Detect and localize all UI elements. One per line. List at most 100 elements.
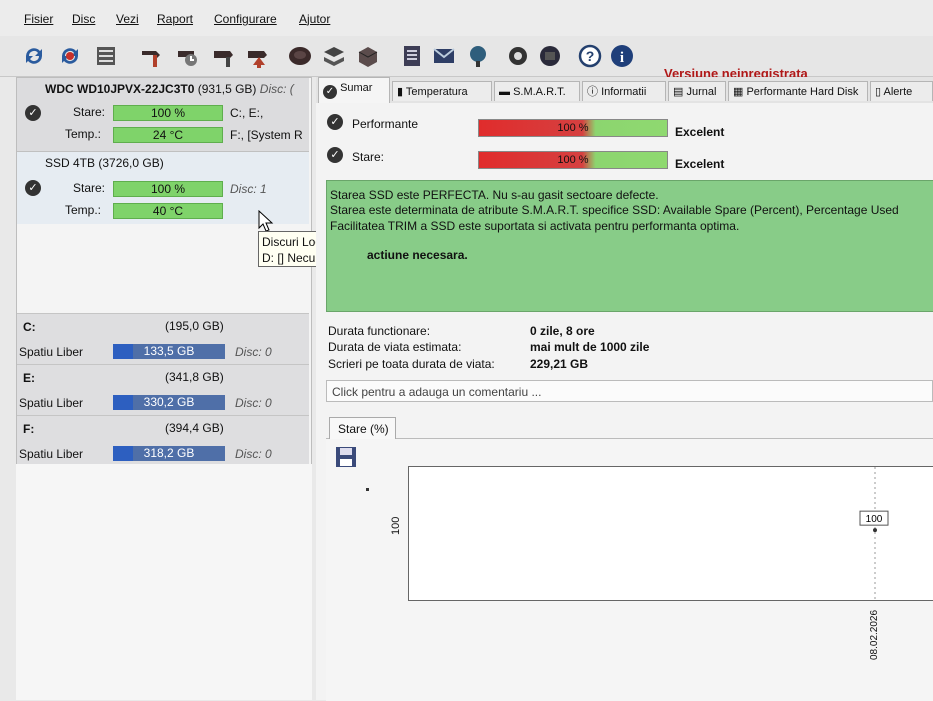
- status-message-box: Starea SSD este PERFECTA. Nu s-au gasit …: [326, 180, 933, 312]
- health-label: Stare:: [352, 150, 385, 164]
- partition-f[interactable]: F: (394,4 GB) Spatiu Liber 318,2 GB Disc…: [17, 415, 309, 466]
- mouse-cursor-icon: [258, 210, 274, 232]
- partition-size: (195,0 GB): [165, 319, 224, 333]
- disk-title: WDC WD10JPVX-22JC3T0 (931,5 GB) Disc: (: [45, 82, 294, 96]
- tab-bar: ✓ Sumar ▮ Temperatura ▬ S.M.A.R.T. ⓘ Inf…: [316, 77, 933, 103]
- chart-tab-stare[interactable]: Stare (%): [329, 417, 396, 439]
- message-line: Starea SSD este PERFECTA. Nu s-au gasit …: [330, 188, 659, 202]
- toolbar: ? i Versiune neinregistrata: [0, 36, 933, 81]
- chip-icon[interactable]: [536, 42, 564, 70]
- free-space-bar: 330,2 GB: [113, 395, 225, 410]
- journal-icon: ▤: [673, 86, 684, 98]
- disk-title: SSD 4TB (3726,0 GB): [45, 156, 164, 170]
- tab-alerte[interactable]: ▯ Alerte: [870, 81, 933, 101]
- performance-rating: Excelent: [675, 125, 725, 139]
- temp-label: Temp.:: [65, 203, 102, 217]
- stare-bar: 100 %: [113, 105, 223, 121]
- free-space-label: Spatiu Liber: [19, 447, 84, 461]
- svg-text:?: ?: [586, 48, 595, 64]
- cube-icon[interactable]: [354, 42, 382, 70]
- chart-icon: ▦: [733, 86, 744, 98]
- document-icon[interactable]: [398, 42, 426, 70]
- menu-configurare[interactable]: Configurare: [214, 12, 277, 26]
- free-space-bar: 133,5 GB: [113, 344, 225, 359]
- drive-letters-2: F:, [System R: [230, 128, 303, 142]
- partition-size: (394,4 GB): [165, 421, 224, 435]
- refresh-all-icon[interactable]: [56, 42, 84, 70]
- left-empty-area: [16, 464, 312, 700]
- menu-disc[interactable]: Disc: [72, 12, 95, 26]
- writes-value: 229,21 GB: [530, 357, 589, 371]
- disc-number: Disc: 1: [230, 182, 267, 196]
- network-icon[interactable]: [464, 42, 492, 70]
- disk-card-wdc[interactable]: WDC WD10JPVX-22JC3T0 (931,5 GB) Disc: ( …: [17, 78, 309, 152]
- message-line: Facilitatea TRIM a SSD este suportata si…: [330, 219, 740, 233]
- gear-icon[interactable]: [504, 42, 532, 70]
- tab-informatii[interactable]: ⓘ Informatii: [582, 81, 666, 101]
- y-axis-label: 100: [390, 516, 402, 535]
- help-icon[interactable]: ?: [576, 42, 604, 70]
- temp-bar: 40 °C: [113, 203, 223, 219]
- info-icon[interactable]: i: [608, 42, 636, 70]
- status-ok-icon: ✓: [327, 114, 343, 130]
- disk-clock-icon[interactable]: [174, 42, 202, 70]
- temp-bar: 24 °C: [113, 127, 223, 143]
- lifetime-label: Durata de viata estimata:: [328, 340, 462, 354]
- disc-number: Disc: 0: [235, 345, 272, 359]
- message-line: Starea este determinata de atribute S.M.…: [330, 203, 899, 217]
- save-icon[interactable]: [335, 446, 357, 468]
- partition-letter: E:: [23, 371, 35, 385]
- partition-letter: F:: [23, 422, 35, 436]
- disk-arrow-icon[interactable]: [244, 42, 272, 70]
- message-line: actiune necesara.: [367, 248, 468, 262]
- disk-tool-icon[interactable]: [210, 42, 238, 70]
- tab-temperatura[interactable]: ▮ Temperatura: [392, 81, 492, 101]
- stare-bar: 100 %: [113, 181, 223, 197]
- drive-letters: C:, E:,: [230, 106, 264, 120]
- tab-smart[interactable]: ▬ S.M.A.R.T.: [494, 81, 580, 101]
- stare-label: Stare:: [73, 181, 106, 195]
- info-icon: ⓘ: [587, 86, 598, 98]
- partition-letter: C:: [23, 320, 36, 334]
- status-ok-icon: ✓: [327, 147, 343, 163]
- partition-c[interactable]: C: (195,0 GB) Spatiu Liber 133,5 GB Disc…: [17, 313, 309, 364]
- disc-number: Disc: 0: [235, 447, 272, 461]
- chart-svg: 100: [859, 467, 889, 600]
- lifetime-value: mai mult de 1000 zile: [530, 340, 650, 354]
- smart-icon: ▬: [499, 86, 510, 98]
- data-label: 100: [866, 514, 883, 525]
- menu-raport[interactable]: Raport: [157, 12, 193, 26]
- disc-number: Disc: 0: [235, 396, 272, 410]
- svg-text:i: i: [620, 50, 624, 66]
- data-point: [873, 528, 877, 533]
- email-icon[interactable]: [430, 42, 458, 70]
- health-bar: 100 %: [478, 151, 668, 169]
- menu-bar: Fisier Disc Vezi Raport Configurare Ajut…: [0, 0, 933, 36]
- menu-fisier[interactable]: Fisier: [24, 12, 53, 26]
- disk-icon[interactable]: [286, 42, 314, 70]
- menu-vezi[interactable]: Vezi: [116, 12, 139, 26]
- list-icon[interactable]: [92, 42, 120, 70]
- temp-label: Temp.:: [65, 127, 102, 141]
- status-ok-icon: ✓: [25, 105, 41, 121]
- menu-ajutor[interactable]: Ajutor: [299, 12, 330, 26]
- performance-label: Performante: [352, 117, 419, 131]
- chart-dot: [366, 488, 369, 491]
- comment-input[interactable]: Click pentru a adauga un comentariu ...: [326, 380, 933, 402]
- disks-stack-icon[interactable]: [320, 42, 348, 70]
- stare-label: Stare:: [73, 105, 106, 119]
- x-tick-label: 08.02.2026: [869, 609, 880, 660]
- partition-e[interactable]: E: (341,8 GB) Spatiu Liber 330,2 GB Disc…: [17, 364, 309, 415]
- status-ok-icon: ✓: [25, 180, 41, 196]
- tab-sumar[interactable]: ✓ Sumar: [318, 77, 390, 103]
- free-space-label: Spatiu Liber: [19, 345, 84, 359]
- tab-performante-hard-disk[interactable]: ▦ Performante Hard Disk: [728, 81, 868, 101]
- health-rating: Excelent: [675, 157, 725, 171]
- free-space-bar: 318,2 GB: [113, 446, 225, 461]
- refresh-icon[interactable]: [20, 42, 48, 70]
- disk-hammer-icon[interactable]: [138, 42, 166, 70]
- tab-jurnal[interactable]: ▤ Jurnal: [668, 81, 726, 101]
- writes-label: Scrieri pe toata durata de viata:: [328, 357, 495, 371]
- uptime-value: 0 zile, 8 ore: [530, 324, 595, 338]
- uptime-label: Durata functionare:: [328, 324, 431, 338]
